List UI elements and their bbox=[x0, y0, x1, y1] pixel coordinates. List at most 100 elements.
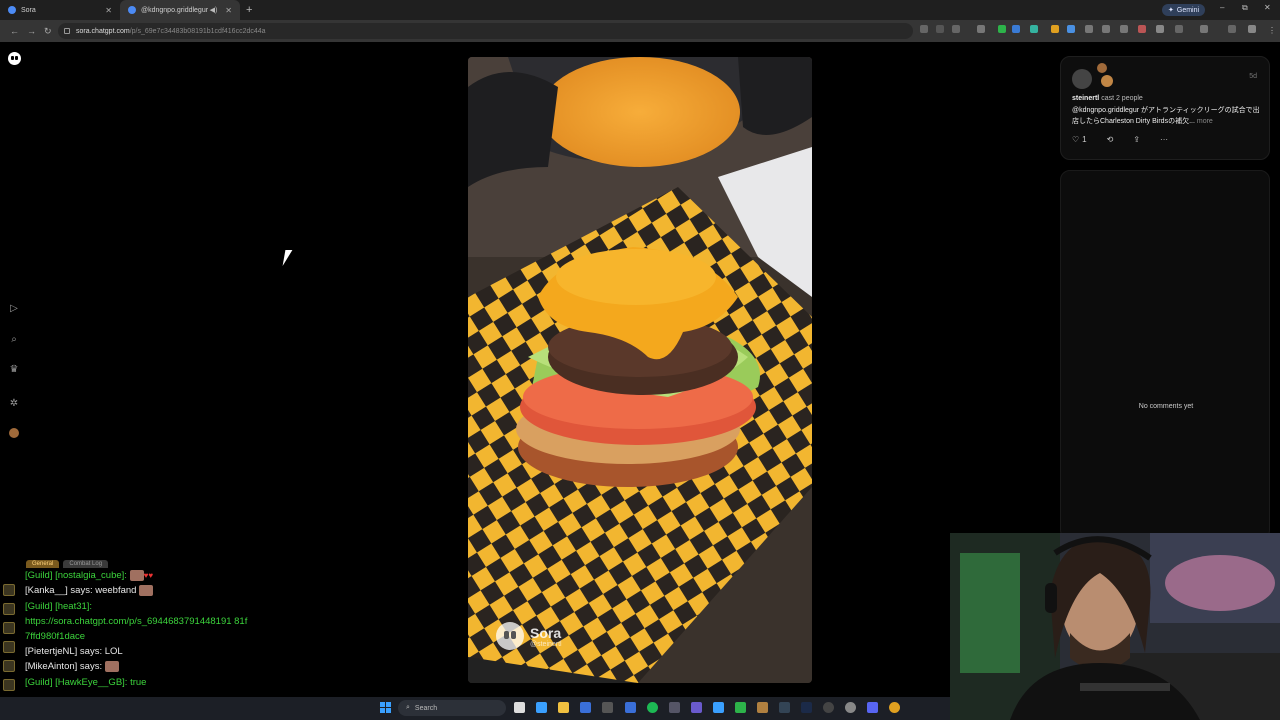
post-info-card: 5d steinertl cast 2 people @kdngnpo.grid… bbox=[1060, 56, 1270, 160]
author-avatar[interactable] bbox=[1072, 69, 1092, 89]
file-explorer-icon[interactable] bbox=[558, 702, 569, 713]
video-player[interactable] bbox=[468, 57, 812, 683]
ellipsis-icon: ··· bbox=[1160, 135, 1169, 144]
extension-icon[interactable] bbox=[1138, 25, 1146, 33]
more-options-button[interactable]: ··· bbox=[1160, 135, 1168, 144]
steam-icon[interactable] bbox=[779, 702, 790, 713]
tab-combat-log[interactable]: Combat Log bbox=[63, 560, 109, 568]
extension-icon[interactable] bbox=[1085, 25, 1093, 33]
url-host: sora.chatgpt.com bbox=[76, 27, 130, 35]
game-chat-overlay: General Combat Log [Guild] [nostalgia_cu… bbox=[0, 558, 266, 692]
discord-icon[interactable] bbox=[867, 702, 878, 713]
chat-button-icon[interactable] bbox=[3, 584, 15, 596]
chat-button-icon[interactable] bbox=[3, 641, 15, 653]
taskbar-search[interactable]: ⌕ Search bbox=[398, 700, 506, 716]
extension-icon[interactable] bbox=[1012, 25, 1020, 33]
tab-general[interactable]: General bbox=[26, 560, 60, 568]
play-icon[interactable]: ▷ bbox=[6, 300, 22, 316]
site-info-icon[interactable] bbox=[64, 28, 70, 34]
chat-line: [Guild] [HawkEye__GB]: true bbox=[25, 677, 147, 688]
app-icon[interactable] bbox=[735, 702, 746, 713]
tab-active-post[interactable]: @kdngnpo.griddlegur がア ◀) ✕ bbox=[120, 0, 240, 20]
task-view-icon[interactable] bbox=[514, 702, 525, 713]
share-button[interactable]: ⇪ bbox=[1133, 135, 1140, 144]
extension-icon[interactable] bbox=[1120, 25, 1128, 33]
extension-icon[interactable] bbox=[998, 25, 1006, 33]
app-icon[interactable] bbox=[602, 702, 613, 713]
chat-line: [Guild] [heat31]: bbox=[25, 601, 93, 612]
chat-button-icon[interactable] bbox=[3, 660, 15, 672]
sparkle-icon: ✦ bbox=[1168, 7, 1174, 14]
profile-icon[interactable] bbox=[6, 425, 22, 441]
watermark-user: @steinertl bbox=[530, 640, 562, 648]
app-icon[interactable] bbox=[669, 702, 680, 713]
forward-icon[interactable]: → bbox=[27, 26, 36, 36]
extension-icon[interactable] bbox=[1067, 25, 1075, 33]
url-bar[interactable]: sora.chatgpt.com /p/s_69e7c34483b08191b1… bbox=[58, 23, 913, 39]
tab-strip: Sora ✕ @kdngnpo.griddlegur がア ◀) ✕ + bbox=[0, 0, 1280, 20]
profile-avatar-icon[interactable] bbox=[1248, 25, 1256, 33]
emote-icon bbox=[139, 585, 154, 596]
app-icon[interactable] bbox=[625, 702, 636, 713]
profile-icon[interactable] bbox=[1228, 25, 1236, 33]
extension-icon[interactable] bbox=[977, 25, 985, 33]
chat-button-icon[interactable] bbox=[3, 679, 15, 691]
chat-line: [Kanka__] says: weebfand bbox=[25, 585, 154, 597]
install-app-icon[interactable] bbox=[920, 25, 928, 33]
more-link[interactable]: more bbox=[1197, 118, 1213, 125]
sora-logo-icon[interactable] bbox=[8, 52, 21, 65]
extension-icon[interactable] bbox=[1051, 25, 1059, 33]
spotify-icon[interactable] bbox=[647, 702, 658, 713]
post-time: 5d bbox=[1249, 73, 1257, 80]
reload-icon[interactable]: ↻ bbox=[44, 26, 52, 37]
gemini-button[interactable]: ✦ Gemini bbox=[1162, 4, 1206, 16]
menu-kebab-icon[interactable]: ⋮ bbox=[1268, 26, 1276, 35]
chat-link[interactable]: https://sora.chatgpt.com/p/s_69446837914… bbox=[25, 616, 247, 628]
zoom-icon[interactable] bbox=[936, 25, 944, 33]
cast-avatar[interactable] bbox=[1097, 63, 1107, 73]
author-name[interactable]: steinertl bbox=[1072, 95, 1099, 102]
speaker-icon[interactable]: ◀) bbox=[210, 6, 218, 14]
cast-avatar[interactable] bbox=[1101, 75, 1113, 87]
extension-icon[interactable] bbox=[1102, 25, 1110, 33]
sidebar-icon[interactable] bbox=[1200, 25, 1208, 33]
search-icon: ⌕ bbox=[406, 704, 410, 711]
app-icon[interactable] bbox=[691, 702, 702, 713]
tab-title: @kdngnpo.griddlegur がア bbox=[141, 7, 210, 14]
chrome-icon[interactable] bbox=[889, 702, 900, 713]
app-icon[interactable] bbox=[580, 702, 591, 713]
sora-logo-icon bbox=[496, 622, 524, 650]
tab-title: Sora bbox=[21, 6, 36, 14]
app-icon[interactable] bbox=[757, 702, 768, 713]
like-button[interactable]: ♡ 1 bbox=[1072, 135, 1087, 144]
extensions-puzzle-icon[interactable] bbox=[1175, 25, 1183, 33]
activity-icon[interactable]: ✲ bbox=[6, 395, 22, 411]
app-icon[interactable] bbox=[713, 702, 724, 713]
app-icon[interactable] bbox=[823, 702, 834, 713]
chat-button-icon[interactable] bbox=[3, 603, 15, 615]
extension-icon[interactable] bbox=[1156, 25, 1164, 33]
plus-icon[interactable]: + bbox=[246, 4, 252, 16]
close-window-icon[interactable]: ✕ bbox=[1264, 3, 1271, 12]
chat-button-icon[interactable] bbox=[3, 622, 15, 634]
chat-link[interactable]: 7ffd980f1dace bbox=[25, 631, 85, 643]
webcam-overlay bbox=[950, 533, 1280, 720]
taskbar-search-label: Search bbox=[414, 704, 438, 712]
windows-start-icon[interactable] bbox=[380, 702, 391, 713]
minimize-icon[interactable]: – bbox=[1220, 3, 1224, 12]
search-icon[interactable]: ⌕ bbox=[6, 331, 22, 347]
edge-icon[interactable] bbox=[536, 702, 547, 713]
extension-icon[interactable] bbox=[1030, 25, 1038, 33]
restore-icon[interactable]: ⧉ bbox=[1242, 3, 1248, 13]
tab-sora[interactable]: Sora ✕ bbox=[0, 0, 120, 20]
emote-icon bbox=[104, 661, 119, 672]
bookmark-star-icon[interactable] bbox=[952, 25, 960, 33]
close-tab-icon[interactable]: ✕ bbox=[225, 6, 232, 15]
back-icon[interactable]: ← bbox=[10, 26, 19, 36]
url-path: /p/s_69e7c34483b08191b1cdf416cc2dc44a bbox=[129, 27, 266, 35]
photoshop-icon[interactable] bbox=[801, 702, 812, 713]
settings-icon[interactable] bbox=[845, 702, 856, 713]
trophy-icon[interactable]: ♛ bbox=[6, 361, 22, 377]
remix-button[interactable]: ⟲ bbox=[1107, 135, 1114, 144]
close-tab-icon[interactable]: ✕ bbox=[105, 6, 112, 15]
